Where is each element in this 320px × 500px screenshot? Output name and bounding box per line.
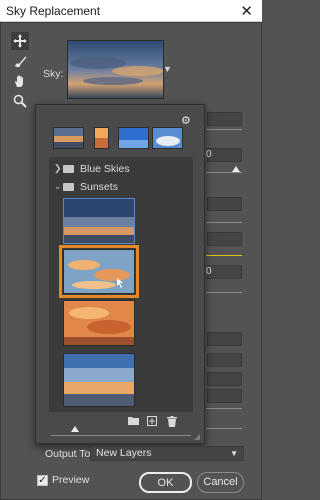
sky-preview-thumbnail[interactable] [67,40,164,99]
recent-sky-thumbnail[interactable] [53,127,84,149]
chevron-right-icon[interactable]: ❯ [54,163,62,174]
sky-thumbnail[interactable] [63,300,135,346]
title-bar: Sky Replacement ✕ [0,0,262,22]
select-field[interactable] [207,332,242,346]
value-field[interactable] [207,353,242,367]
slider-thumb[interactable] [232,166,240,172]
resize-grip-icon[interactable]: ◢ [194,432,200,441]
slider-track[interactable] [206,222,242,223]
ok-button[interactable]: OK [139,472,192,493]
output-to-label: Output To: [45,448,94,460]
close-icon[interactable]: ✕ [240,2,253,20]
value-field[interactable]: 0 [206,148,242,162]
panel-footer [36,412,206,432]
zoom-icon[interactable] [11,92,29,110]
preview-label[interactable]: Preview [52,474,89,486]
value-field[interactable] [207,389,242,403]
new-folder-icon[interactable] [128,416,139,428]
value-text: 0 [206,149,212,160]
value-field[interactable] [207,197,242,211]
gear-icon[interactable]: ⚙ [181,114,191,127]
chevron-down-icon[interactable]: ▼ [163,64,172,74]
recent-sky-thumbnail[interactable] [94,127,109,149]
trash-icon[interactable] [167,416,177,430]
chevron-down-icon[interactable]: ⌄ [54,181,62,192]
slider-track[interactable] [206,408,242,409]
sky-thumbnail[interactable] [63,353,135,407]
thumbnail-size-slider[interactable] [51,435,191,436]
add-sky-icon[interactable] [147,416,157,429]
folder-sunsets[interactable]: ⌄ Sunsets [49,179,185,196]
value-field[interactable] [207,232,242,246]
value-field[interactable]: 0 [206,265,242,279]
recent-skies-row [53,127,183,149]
folder-blue-skies[interactable]: ❯ Blue Skies [49,161,185,178]
recent-sky-thumbnail[interactable] [118,127,149,149]
chevron-down-icon: ▼ [230,449,238,458]
sky-thumbnail[interactable] [63,198,135,244]
slider-track[interactable] [206,428,242,429]
slider-track[interactable] [206,292,242,293]
color-swatch-line[interactable] [206,255,242,256]
slider-track[interactable] [206,129,242,130]
value-field[interactable] [207,372,242,386]
move-icon[interactable] [11,32,29,50]
window-title: Sky Replacement [6,4,101,18]
sky-brush-icon[interactable] [11,52,29,70]
slider-track[interactable] [206,172,242,173]
folder-label: Blue Skies [80,163,130,175]
recent-sky-thumbnail[interactable] [152,127,183,149]
output-to-value: New Layers [96,447,152,459]
output-to-select[interactable]: New Layers ▼ [90,446,244,461]
value-text: 0 [206,266,212,277]
hand-icon[interactable] [11,72,29,90]
sky-label: Sky: [43,68,64,80]
folder-icon [63,165,74,173]
folder-label: Sunsets [80,181,118,193]
slider-thumb[interactable] [71,426,79,432]
sky-presets-panel: ⚙ ❯ Blue Skies ⌄ Sunsets ◢ [35,104,205,444]
cancel-button[interactable]: Cancel [197,472,244,493]
sky-thumbnail-selected[interactable] [59,245,139,298]
value-field[interactable] [207,112,242,126]
preview-checkbox[interactable]: ✓ [37,475,48,486]
folder-icon [63,183,74,191]
sky-presets-list: ❯ Blue Skies ⌄ Sunsets [49,157,193,412]
